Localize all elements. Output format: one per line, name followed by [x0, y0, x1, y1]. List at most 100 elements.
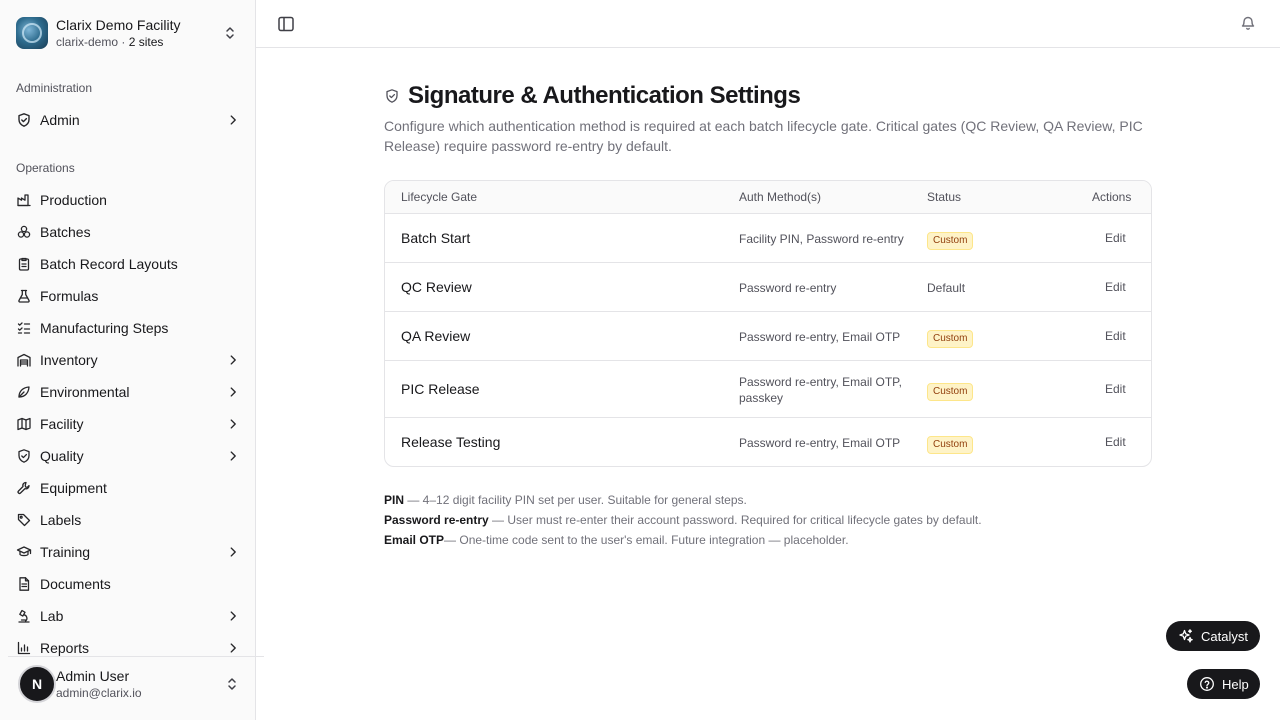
- page-title: Signature & Authentication Settings: [408, 82, 801, 109]
- edit-button[interactable]: Edit: [1105, 231, 1126, 245]
- help-label: Help: [1222, 676, 1249, 692]
- shield-check-icon: [386, 89, 398, 103]
- org-logo: [16, 17, 48, 49]
- edit-button[interactable]: Edit: [1105, 435, 1126, 449]
- legend-term: Password re-entry: [384, 513, 489, 527]
- sidebar-item-label: Lab: [40, 608, 64, 624]
- edit-button[interactable]: Edit: [1105, 382, 1126, 396]
- sidebar-item-inventory[interactable]: Inventory: [8, 346, 248, 374]
- catalyst-button[interactable]: Catalyst: [1166, 621, 1260, 651]
- column-header-status: Status: [927, 190, 962, 204]
- sidebar-item-label: Reports: [40, 640, 90, 656]
- section-administration: Administration: [16, 81, 93, 95]
- help-button[interactable]: Help: [1187, 669, 1260, 699]
- shield-check-icon: [18, 449, 30, 463]
- chevron-right-icon: [230, 611, 236, 621]
- chevron-right-icon: [230, 387, 236, 397]
- clipboard-icon: [18, 257, 30, 271]
- user-name: Admin User: [56, 667, 130, 684]
- sidebar-item-label: Admin: [40, 112, 80, 128]
- auth-methods: Password re-entry: [739, 280, 837, 295]
- status-text: Default: [927, 280, 966, 295]
- sidebar-item-lab[interactable]: Lab: [8, 602, 248, 630]
- table-row: PIC Release Password re-entry, Email OTP,…: [385, 361, 1151, 418]
- org-subtitle: clarix-demo · 2 sites: [56, 34, 164, 49]
- tag-icon: [17, 513, 31, 527]
- auth-methods: Password re-entry, Email OTP, passkey: [739, 374, 902, 405]
- user-menu[interactable]: N Admin User admin@clarix.io: [18, 664, 248, 704]
- bar-chart-icon: [17, 641, 31, 655]
- chevron-right-icon: [230, 451, 236, 461]
- org-sites: 2 sites: [128, 34, 164, 49]
- column-header-method: Auth Method(s): [739, 190, 822, 204]
- legend-text: — One-time code sent to the user's email…: [444, 533, 849, 547]
- chevrons-up-down-icon: [228, 678, 236, 690]
- sidebar-item-manufacturing-steps[interactable]: Manufacturing Steps: [8, 314, 248, 342]
- sidebar-item-reports[interactable]: Reports: [8, 634, 248, 662]
- wrench-icon: [17, 481, 30, 495]
- legend-term: PIN: [384, 493, 405, 507]
- sidebar-item-label: Batches: [40, 224, 91, 240]
- column-header-actions: Actions: [1092, 190, 1132, 204]
- edit-button[interactable]: Edit: [1105, 329, 1126, 343]
- microscope-icon: [18, 609, 30, 623]
- sidebar-item-admin[interactable]: Admin: [8, 106, 248, 134]
- bell-icon[interactable]: [1240, 15, 1256, 31]
- sidebar-item-equipment[interactable]: Equipment: [8, 474, 248, 502]
- sidebar-item-batch-record-layouts[interactable]: Batch Record Layouts: [8, 250, 248, 278]
- sidebar-item-production[interactable]: Production: [8, 186, 248, 214]
- sidebar-item-label: Facility: [40, 416, 84, 432]
- gate-name: Batch Start: [401, 229, 471, 246]
- gate-name: QA Review: [401, 327, 471, 344]
- sidebar-item-label: Training: [40, 544, 91, 560]
- table-row: QC Review Password re-entry Default Edit: [385, 263, 1151, 312]
- sidebar-toggle-icon[interactable]: [276, 14, 296, 34]
- auth-method-legend: PIN — 4–12 digit facility PIN set per us…: [384, 490, 982, 550]
- chevron-right-icon: [230, 419, 236, 429]
- file-text-icon: [19, 577, 30, 591]
- status-badge: Custom: [927, 329, 974, 348]
- sidebar-item-labels[interactable]: Labels: [8, 506, 248, 534]
- auth-settings-table: Lifecycle Gate Auth Method(s) Status Act…: [384, 180, 1152, 467]
- sidebar-item-documents[interactable]: Documents: [8, 570, 248, 598]
- list-checks-icon: [17, 322, 31, 334]
- chevron-right-icon: [230, 115, 236, 125]
- sidebar-item-label: Documents: [40, 576, 111, 592]
- shield-check-icon: [18, 113, 30, 127]
- sidebar-item-facility[interactable]: Facility: [8, 410, 248, 438]
- sidebar: Clarix Demo Facility clarix-demo · 2 sit…: [0, 0, 264, 720]
- sidebar-item-formulas[interactable]: Formulas: [8, 282, 248, 310]
- sidebar-item-environmental[interactable]: Environmental: [8, 378, 248, 406]
- org-switcher[interactable]: Clarix Demo Facility clarix-demo · 2 sit…: [16, 15, 248, 51]
- sidebar-item-batches[interactable]: Batches: [8, 218, 248, 246]
- sidebar-item-label: Batch Record Layouts: [40, 256, 178, 272]
- chevron-right-icon: [230, 355, 236, 365]
- sidebar-item-quality[interactable]: Quality: [8, 442, 248, 470]
- table-row: QA Review Password re-entry, Email OTP Cus…: [385, 312, 1151, 361]
- table-header: Lifecycle Gate Auth Method(s) Status Act…: [385, 181, 1151, 214]
- sidebar-item-training[interactable]: Training: [8, 538, 248, 566]
- auth-methods: Password re-entry, Email OTP: [739, 435, 901, 450]
- legend-text: — User must re-enter their account passw…: [488, 513, 982, 527]
- sidebar-item-label: Manufacturing Steps: [40, 320, 169, 336]
- column-header-gate: Lifecycle Gate: [401, 190, 478, 204]
- chevron-right-icon: [230, 643, 236, 653]
- gate-name: PIC Release: [401, 380, 480, 397]
- chevron-right-icon: [230, 547, 236, 557]
- gate-name: QC Review: [401, 278, 472, 295]
- sidebar-divider: [8, 656, 264, 657]
- sidebar-item-label: Environmental: [40, 384, 130, 400]
- avatar: N: [18, 665, 56, 703]
- sidebar-item-label: Equipment: [40, 480, 107, 496]
- auth-methods: Password re-entry, Email OTP: [739, 329, 901, 344]
- edit-button[interactable]: Edit: [1105, 280, 1126, 294]
- sparkles-icon: [1179, 629, 1193, 643]
- top-bar: [256, 0, 1280, 48]
- table-row: Release Testing Password re-entry, Email …: [385, 418, 1151, 466]
- status-badge: Custom: [927, 435, 974, 454]
- sidebar-item-label: Inventory: [40, 352, 98, 368]
- factory-icon: [17, 194, 31, 207]
- legend-text: — 4–12 digit facility PIN set per user. …: [404, 493, 747, 507]
- user-email: admin@clarix.io: [56, 685, 142, 700]
- flask-icon: [18, 289, 30, 303]
